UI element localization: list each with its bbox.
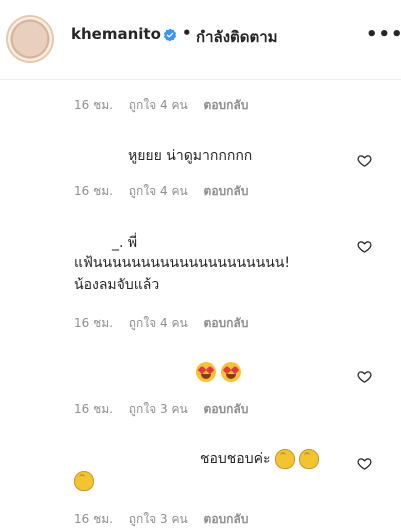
reply-button[interactable]: ตอบกลับ	[204, 512, 249, 526]
comment-time[interactable]: 16 ชม.	[74, 98, 113, 112]
username[interactable]: khemanito	[71, 25, 161, 43]
comment-text-content: ชอบชอบค่ะ	[200, 451, 271, 467]
comment-text: น้องลมจับแล้ว	[74, 277, 160, 293]
comment-likes[interactable]: ถูกใจ 4 คน	[129, 316, 188, 330]
comment-text: ชอบชอบค่ะ	[200, 448, 320, 470]
comment-likes[interactable]: ถูกใจ 4 คน	[129, 184, 188, 198]
heart-outline-icon[interactable]	[357, 153, 372, 168]
comment-time[interactable]: 16 ชม.	[74, 402, 113, 416]
comment-time[interactable]: 16 ชม.	[74, 184, 113, 198]
clapping-hands-emoji-icon	[74, 470, 94, 491]
separator-dot: •	[182, 24, 192, 42]
reply-button[interactable]: ตอบกลับ	[204, 402, 249, 416]
heart-outline-icon[interactable]	[357, 456, 372, 471]
comment-meta: 16 ชม. ถูกใจ 4 คน ตอบกลับ	[74, 314, 260, 333]
comment-meta: 16 ชม. ถูกใจ 4 คน ตอบกลับ	[74, 96, 260, 115]
post-header: khemanito • กำลังติดตาม •••	[0, 0, 401, 80]
comment-text: _. พี่	[112, 235, 138, 251]
comment-time[interactable]: 16 ชม.	[74, 316, 113, 330]
reply-button[interactable]: ตอบกลับ	[204, 184, 249, 198]
comment-time[interactable]: 16 ชม.	[74, 512, 113, 526]
comment-meta: 16 ชม. ถูกใจ 4 คน ตอบกลับ	[74, 182, 260, 201]
comment-emojis	[196, 361, 242, 382]
heart-outline-icon[interactable]	[357, 369, 372, 384]
heart-eyes-emoji-icon	[196, 361, 216, 382]
more-options-icon[interactable]: •••	[366, 24, 401, 45]
reply-button[interactable]: ตอบกลับ	[204, 98, 249, 112]
comment-emojis	[74, 470, 94, 491]
comment-meta: 16 ชม. ถูกใจ 3 คน ตอบกลับ	[74, 400, 260, 419]
avatar[interactable]	[8, 17, 52, 61]
follow-status-button[interactable]: กำลังติดตาม	[196, 25, 278, 49]
comment-likes[interactable]: ถูกใจ 3 คน	[129, 512, 188, 526]
reply-button[interactable]: ตอบกลับ	[204, 316, 249, 330]
clapping-hands-emoji-icon	[274, 449, 295, 469]
heart-eyes-emoji-icon	[221, 361, 242, 382]
comment-likes[interactable]: ถูกใจ 4 คน	[129, 98, 188, 112]
comment-text: หูยยย น่าดูมากกกกก	[128, 148, 253, 164]
comment-likes[interactable]: ถูกใจ 3 คน	[129, 402, 188, 416]
heart-outline-icon[interactable]	[357, 239, 372, 254]
comment-text: แฟ้นนนนนนนนนนนนนนนนนนนน!	[74, 255, 290, 271]
verified-badge-icon	[163, 28, 177, 42]
comment-meta: 16 ชม. ถูกใจ 3 คน ตอบกลับ	[74, 510, 260, 529]
clapping-hands-emoji-icon	[299, 449, 320, 469]
